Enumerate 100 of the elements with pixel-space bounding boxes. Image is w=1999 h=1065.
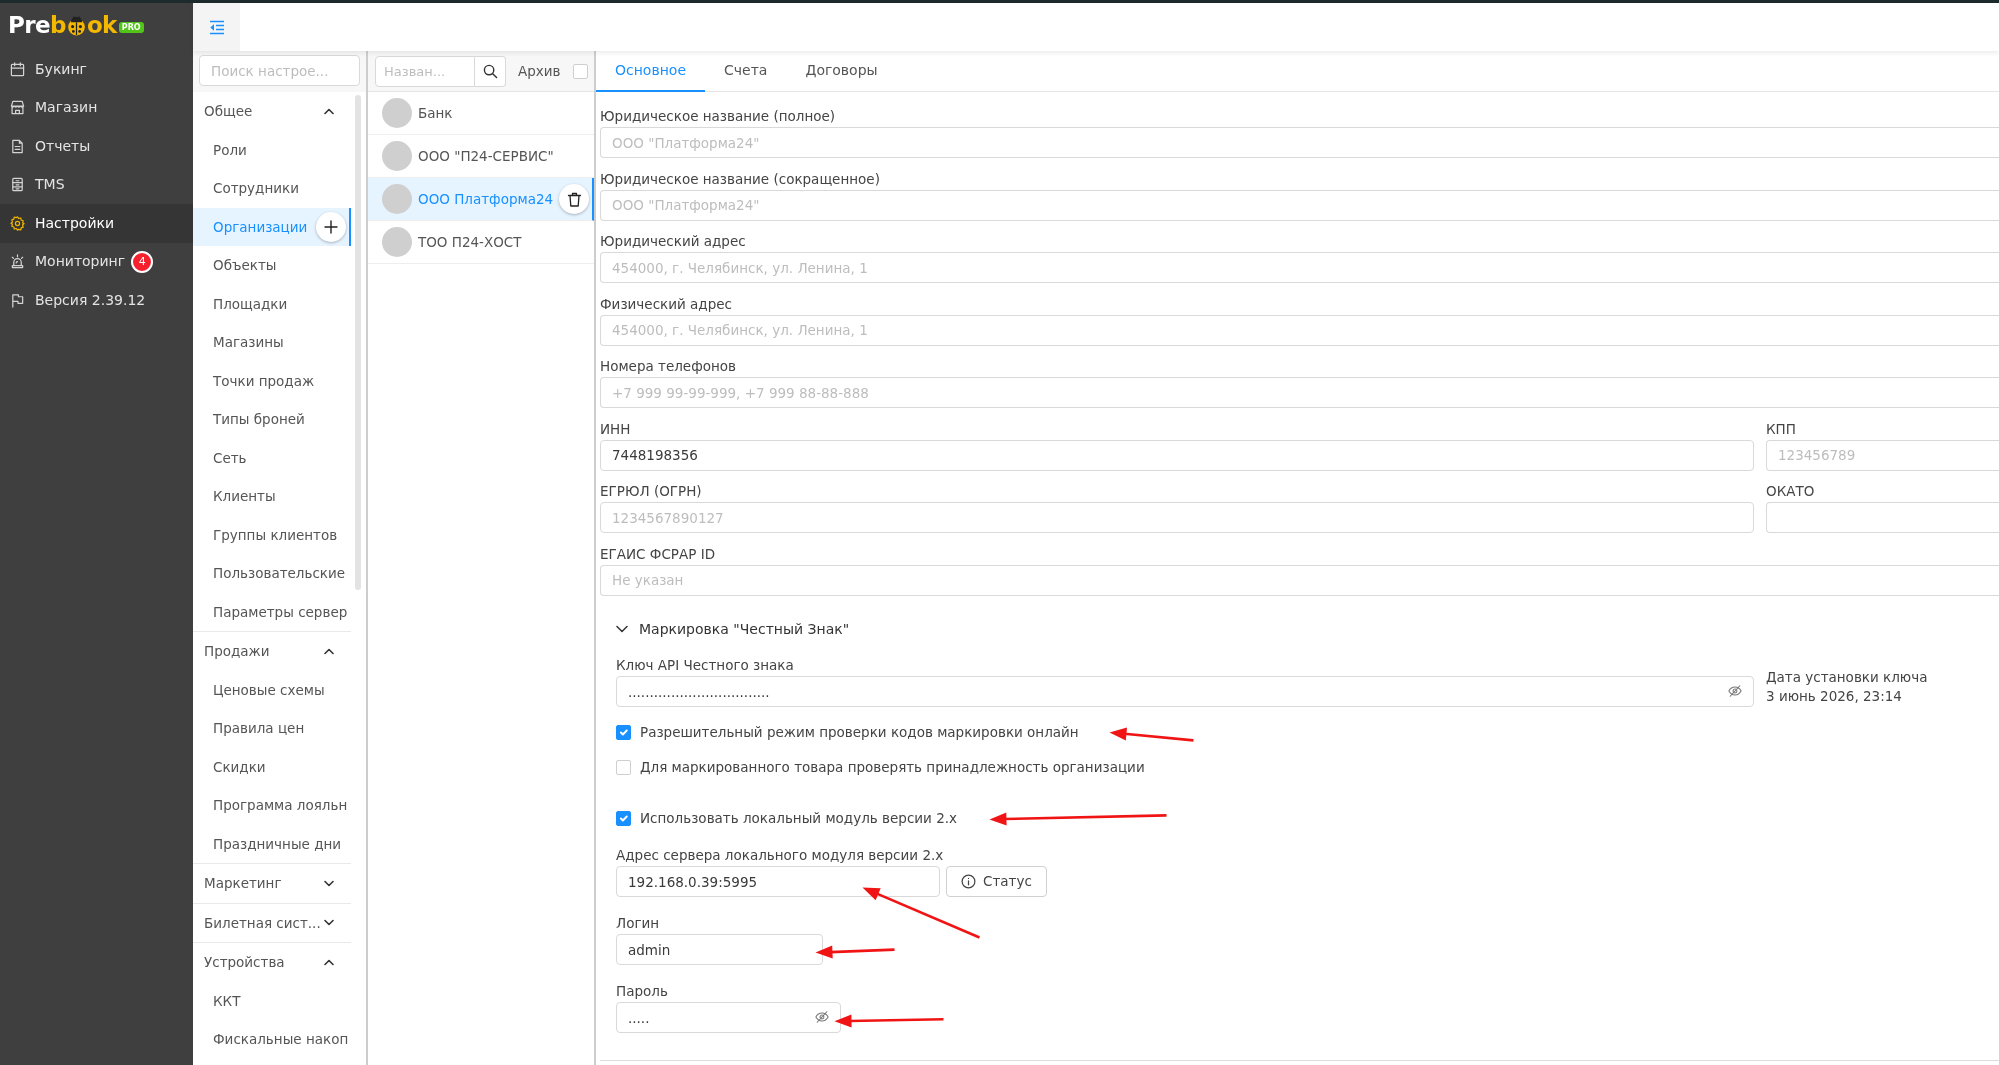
field-label: КПП <box>1766 419 1797 438</box>
input-field[interactable]: 192.168.0.39:5995 <box>616 866 940 897</box>
menu-group-header[interactable]: Продажи <box>193 632 351 671</box>
trash-icon <box>566 191 582 207</box>
field-label: Ключ API Честного знака <box>616 656 795 674</box>
search-field[interactable]: Поиск настрое... <box>199 55 360 86</box>
menu-group-header[interactable]: Устройства <box>193 943 351 982</box>
store-icon <box>10 100 25 116</box>
field-label: Пароль <box>616 982 669 1000</box>
input-field[interactable]: ................................. <box>616 676 1754 707</box>
status-button[interactable]: Статус <box>946 866 1047 897</box>
settings-menu-item[interactable]: Фискальные накоп <box>193 1020 351 1059</box>
settings-menu-item[interactable]: Объекты <box>193 246 351 285</box>
input-field[interactable]: 454000, г. Челябинск, ул. Ленина, 1 <box>600 314 1999 346</box>
archive-label: Архив <box>518 61 561 81</box>
avatar-icon <box>382 227 412 257</box>
tab[interactable]: Договоры <box>786 51 897 92</box>
alarm-icon <box>10 254 25 270</box>
nav-item[interactable]: Магазин <box>0 88 193 127</box>
avatar-icon <box>382 98 412 128</box>
tab[interactable]: Счета <box>705 51 787 92</box>
input-field[interactable]: Не указан <box>600 564 1999 596</box>
settings-menu-item[interactable]: Пользовательские <box>193 554 351 593</box>
input-field[interactable]: 123456789 <box>1766 439 1999 471</box>
checkbox[interactable] <box>616 810 631 826</box>
field-label: Адрес сервера локального модуля версии 2.x <box>616 846 945 864</box>
field-label: ЕГАИС ФСРАР ID <box>600 544 717 563</box>
settings-menu-item[interactable]: Ценовые схемы <box>193 670 351 709</box>
settings-menu-item[interactable]: Магазины <box>193 323 351 362</box>
settings-menu-item[interactable]: ККТ <box>193 981 351 1020</box>
input-field[interactable]: 1234567890127 <box>600 502 1754 533</box>
calendar-icon <box>10 61 25 77</box>
flag-icon <box>10 292 25 308</box>
delete-button[interactable] <box>559 184 590 214</box>
avatar-icon <box>382 184 412 214</box>
settings-menu-item[interactable]: Программа лояльн <box>193 786 351 825</box>
search-icon <box>482 63 498 79</box>
settings-menu-item[interactable]: Роли <box>193 130 351 169</box>
key-date-value: 3 июнь 2026, 23:14 <box>1766 687 1903 706</box>
input-field[interactable]: +7 999 99-99-999, +7 999 88-88-888 <box>600 377 1999 408</box>
logo-text: Preb <box>8 14 66 37</box>
document-icon <box>10 138 25 154</box>
menu-group-header[interactable]: Билетная сист... <box>193 903 351 942</box>
add-button[interactable] <box>316 211 346 242</box>
checkbox-label: Разрешительный режим проверки кодов маркировки онлайн <box>640 722 1079 742</box>
menu-toggle-button[interactable] <box>193 3 240 51</box>
settings-menu-item[interactable]: Типы броней <box>193 400 351 439</box>
checkbox[interactable] <box>616 724 631 740</box>
field-label: Логин <box>616 914 661 932</box>
organization-item[interactable]: Банк <box>368 92 594 135</box>
nav-item[interactable]: TMS <box>0 165 193 204</box>
organization-item[interactable]: ТОО П24-ХОСТ <box>368 221 594 264</box>
checkbox-label: Для маркированного товара проверять принадлежность организации <box>640 757 1145 777</box>
archive-checkbox[interactable] <box>572 63 588 79</box>
nav-item[interactable]: Букинг <box>0 50 193 89</box>
search-field[interactable]: Назван... <box>375 55 475 87</box>
eye-slash-icon <box>1728 684 1742 698</box>
nav-item[interactable]: Мониторинг 4 <box>0 242 193 281</box>
field-label: ЕГРЮЛ (ОГРН) <box>600 482 703 500</box>
avatar-icon <box>382 141 412 171</box>
settings-menu-item[interactable]: Правила цен <box>193 709 351 748</box>
eye-slash-icon <box>815 1010 829 1024</box>
key-date-label: Дата установки ключа <box>1766 668 1929 687</box>
info-icon <box>961 874 976 889</box>
nav-item[interactable]: Версия 2.39.12 <box>0 281 193 320</box>
field-label: ИНН <box>600 419 632 438</box>
input-field[interactable]: ООО "Платформа24" <box>600 127 1999 158</box>
settings-menu-item[interactable]: Группы клиентов <box>193 515 351 554</box>
field-label: Юридическое название (полное) <box>600 107 837 125</box>
input-field[interactable]: ООО "Платформа24" <box>600 189 1999 221</box>
nav-item[interactable]: Отчеты <box>0 127 193 166</box>
section-toggle[interactable]: Маркировка "Честный Знак" <box>616 615 850 643</box>
field-label: ОКАТО <box>1766 482 1816 500</box>
input-field[interactable]: 454000, г. Челябинск, ул. Ленина, 1 <box>600 252 1999 283</box>
settings-menu-item[interactable]: Параметры сервер <box>193 592 351 631</box>
menu-icon <box>208 19 225 35</box>
settings-menu-item[interactable]: Площадки <box>193 284 351 323</box>
checkbox-label: Использовать локальный модуль версии 2.x <box>640 808 958 828</box>
settings-menu-item[interactable]: Точки продаж <box>193 361 351 400</box>
pro-badge: PRO <box>118 21 144 34</box>
nav-item[interactable]: Настройки <box>0 204 193 243</box>
input-field[interactable]: ..... <box>616 1002 841 1033</box>
settings-menu-item[interactable]: Праздничные дни <box>193 824 351 863</box>
checkbox[interactable] <box>616 759 631 775</box>
settings-menu-item[interactable]: Сотрудники <box>193 169 351 208</box>
plus-icon <box>324 219 338 234</box>
input-field[interactable]: 7448198356 <box>600 439 1754 471</box>
logo-text: ok <box>86 14 117 37</box>
field-label: Физический адрес <box>600 294 733 313</box>
settings-menu-item[interactable]: Сеть <box>193 438 351 477</box>
search-button[interactable] <box>475 55 506 87</box>
menu-group-header[interactable]: Маркетинг <box>193 864 351 903</box>
settings-menu-item[interactable]: Клиенты <box>193 477 351 516</box>
menu-group-header[interactable]: Общее <box>193 92 351 131</box>
notification-badge: 4 <box>131 250 154 273</box>
input-field[interactable]: admin <box>616 934 823 965</box>
settings-menu-item[interactable]: Скидки <box>193 747 351 786</box>
field-label: Юридическое название (сокращенное) <box>600 169 881 188</box>
input-field[interactable] <box>1766 502 1999 533</box>
cabinet-icon <box>10 177 25 193</box>
